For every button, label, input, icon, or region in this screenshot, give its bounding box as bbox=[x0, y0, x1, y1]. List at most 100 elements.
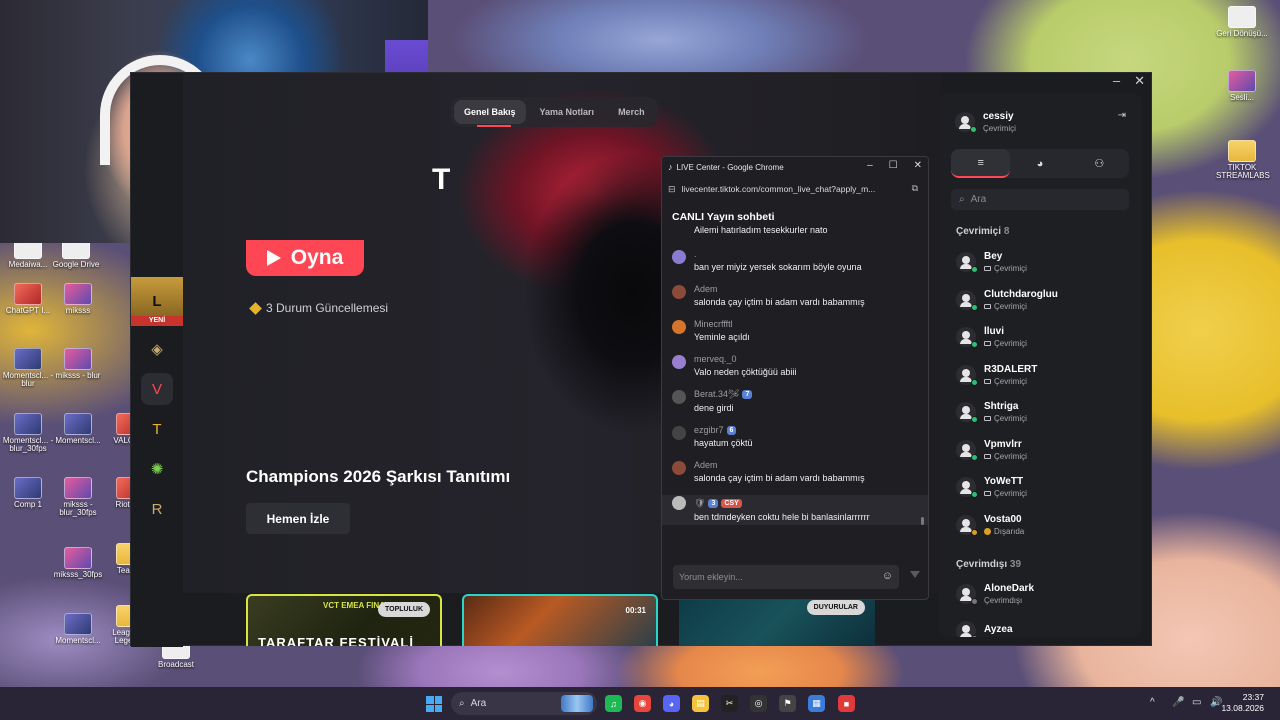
chat-text: dene girdi bbox=[694, 403, 734, 413]
status-updates-link[interactable]: 3 Durum Güncellemesi bbox=[249, 301, 388, 315]
user-avatar[interactable] bbox=[672, 390, 686, 404]
sidebar-item-wild-rift[interactable]: ✺ bbox=[141, 453, 173, 485]
desktop-icon[interactable]: Sesli... bbox=[1216, 70, 1268, 102]
friend-row[interactable]: Vpmvlrr Çevrimiçi bbox=[956, 439, 1027, 461]
desktop-icon[interactable]: Comp 1 bbox=[2, 477, 54, 509]
user-avatar[interactable] bbox=[672, 496, 686, 510]
avatar bbox=[955, 112, 977, 133]
chat-heading: CANLI Yayın sohbeti bbox=[672, 211, 775, 223]
chat-username[interactable]: ezgibr7 bbox=[694, 425, 724, 435]
news-card-video[interactable]: 00:31 bbox=[462, 594, 658, 646]
friend-row[interactable]: Ayzea bbox=[956, 620, 1013, 637]
desktop-icon[interactable]: Momentscl... bbox=[52, 413, 104, 445]
show-hidden-icons[interactable]: ^ bbox=[1150, 697, 1155, 708]
news-card-announcements[interactable]: DUYURULAR bbox=[679, 594, 875, 646]
desktop-icon[interactable]: Geri Dönüşü... bbox=[1216, 6, 1268, 38]
self-profile[interactable]: cessiy Çevrimiçi bbox=[955, 111, 1016, 133]
notepad-icon[interactable]: ▦ bbox=[808, 695, 825, 712]
chat-username-line: 🛡 3 CSY bbox=[694, 498, 918, 509]
desktop-icon[interactable]: Momentscl... - blur_30fps bbox=[2, 413, 54, 454]
user-avatar[interactable] bbox=[672, 285, 686, 299]
friend-row[interactable]: Shtriga Çevrimiçi bbox=[956, 401, 1027, 423]
streamlabs-icon[interactable]: ■ bbox=[838, 695, 855, 712]
game-logo: T bbox=[432, 163, 451, 196]
avatar bbox=[956, 620, 978, 637]
address-bar[interactable]: ⊟ livecenter.tiktok.com/common_live_chat… bbox=[668, 179, 922, 199]
desktop-icon[interactable]: Momentscl... bbox=[52, 613, 104, 645]
chat-body: CANLI Yayın sohbeti Ailemi hatırladım te… bbox=[662, 201, 928, 543]
news-card-fan-festival[interactable]: VCT EMEA FINALS TOPLULUK TARAFTAR FESTİV… bbox=[246, 594, 442, 646]
desktop-icon[interactable]: miksss_30fps bbox=[52, 547, 104, 579]
riot-client-icon[interactable]: ⚑ bbox=[779, 695, 796, 712]
level-badge: 7 bbox=[742, 390, 753, 399]
user-avatar[interactable] bbox=[672, 461, 686, 475]
chat-username[interactable]: Berat.34🛩 bbox=[694, 389, 739, 400]
sidebar-item-league-of-legends[interactable]: L YENİ bbox=[131, 277, 183, 326]
close-button[interactable]: ✕ bbox=[1134, 73, 1145, 89]
friend-row[interactable]: lluvi Çevrimiçi bbox=[956, 326, 1027, 348]
sidebar-item-valorant[interactable]: V bbox=[141, 373, 173, 405]
friend-row[interactable]: AloneDark Çevrimdışı bbox=[956, 583, 1034, 605]
desktop-icon[interactable]: miksss - blur_30fps bbox=[52, 477, 104, 518]
chat-username[interactable]: . bbox=[694, 249, 697, 259]
tab-messages[interactable]: ◕ bbox=[1010, 149, 1069, 178]
sidebar-item-tft[interactable]: T bbox=[141, 413, 173, 445]
tab-merch[interactable]: Merch bbox=[608, 100, 655, 124]
minimize-button[interactable]: – bbox=[867, 160, 873, 171]
offline-section-header[interactable]: Çevrimdışı 39 bbox=[956, 559, 1021, 570]
user-avatar[interactable] bbox=[672, 250, 686, 264]
send-icon[interactable] bbox=[910, 571, 920, 578]
online-label: Çevrimiçi bbox=[956, 226, 1002, 237]
taskbar-search[interactable]: ⌕ Ara bbox=[451, 692, 597, 715]
desktop-icon[interactable]: TIKTOK STREAMLABS bbox=[1216, 140, 1270, 181]
user-avatar[interactable] bbox=[672, 320, 686, 334]
collapse-panel-icon[interactable]: ⇥ bbox=[1118, 110, 1126, 121]
desktop-icon[interactable]: miksss - blur bbox=[52, 348, 104, 380]
chat-scrollbar[interactable] bbox=[921, 517, 924, 525]
chat-username[interactable]: Adem bbox=[694, 460, 718, 470]
friends-search[interactable]: ⌕ Ara bbox=[951, 189, 1129, 210]
capcut-icon[interactable]: ✂ bbox=[721, 695, 738, 712]
cast-icon[interactable]: ⧉ bbox=[912, 183, 918, 194]
chat-username[interactable]: Minecrffftl bbox=[694, 319, 733, 329]
play-button[interactable]: Oyna bbox=[246, 240, 364, 276]
obs-icon[interactable]: ◎ bbox=[750, 695, 767, 712]
close-button[interactable]: ✕ bbox=[914, 160, 922, 171]
battery-icon[interactable]: ▭ bbox=[1192, 697, 1201, 708]
avatar bbox=[956, 364, 978, 386]
maximize-button[interactable]: ☐ bbox=[889, 160, 898, 171]
chrome-icon[interactable]: ◉ bbox=[634, 695, 651, 712]
minimize-button[interactable]: – bbox=[1113, 73, 1120, 89]
sidebar-item-2xko[interactable]: R bbox=[141, 493, 173, 525]
user-avatar[interactable] bbox=[672, 355, 686, 369]
spotify-icon[interactable]: ♫ bbox=[605, 695, 622, 712]
emoji-icon[interactable]: ☺ bbox=[882, 570, 893, 582]
sidebar-item-runeterra[interactable]: ◈ bbox=[141, 333, 173, 365]
friend-row[interactable]: YoWeTT Çevrimiçi bbox=[956, 476, 1027, 498]
comment-input[interactable]: Yorum ekleyin... ☺ bbox=[673, 565, 899, 589]
watch-now-button[interactable]: Hemen İzle bbox=[246, 503, 350, 534]
tab-friends-list[interactable]: ≡ bbox=[951, 149, 1011, 178]
chat-username[interactable]: Adem bbox=[694, 284, 718, 294]
chat-username[interactable]: 🛡 bbox=[694, 498, 705, 509]
start-button[interactable] bbox=[426, 696, 442, 712]
friend-row[interactable]: Clutchdarogluu Çevrimiçi bbox=[956, 289, 1058, 311]
desktop-icon[interactable]: ChatGPT I... bbox=[2, 283, 54, 315]
play-label: Oyna bbox=[290, 246, 344, 269]
file-explorer-icon[interactable]: ▤ bbox=[692, 695, 709, 712]
tab-patch-notes[interactable]: Yama Notları bbox=[530, 100, 605, 124]
user-avatar[interactable] bbox=[672, 426, 686, 440]
friend-row[interactable]: Vosta00 Dışarıda bbox=[956, 514, 1024, 536]
site-info-icon[interactable]: ⊟ bbox=[668, 184, 676, 195]
desktop-icon[interactable]: Momentscl... - blur bbox=[2, 348, 54, 389]
desktop-icon[interactable]: miksss bbox=[52, 283, 104, 315]
tab-overview[interactable]: Genel Bakış bbox=[454, 100, 526, 124]
microphone-icon[interactable]: 🎤 bbox=[1172, 697, 1184, 708]
discord-icon[interactable]: ◕ bbox=[663, 695, 680, 712]
tab-add-friend[interactable]: ⚇ bbox=[1070, 149, 1129, 178]
clock[interactable]: 23:37 13.08.2026 bbox=[1221, 692, 1264, 715]
friend-row[interactable]: Bey Çevrimiçi bbox=[956, 251, 1027, 273]
chat-username[interactable]: merveq._0 bbox=[694, 354, 737, 364]
online-section-header[interactable]: Çevrimiçi 8 bbox=[956, 226, 1009, 237]
friend-row[interactable]: R3DALERT Çevrimiçi bbox=[956, 364, 1037, 386]
